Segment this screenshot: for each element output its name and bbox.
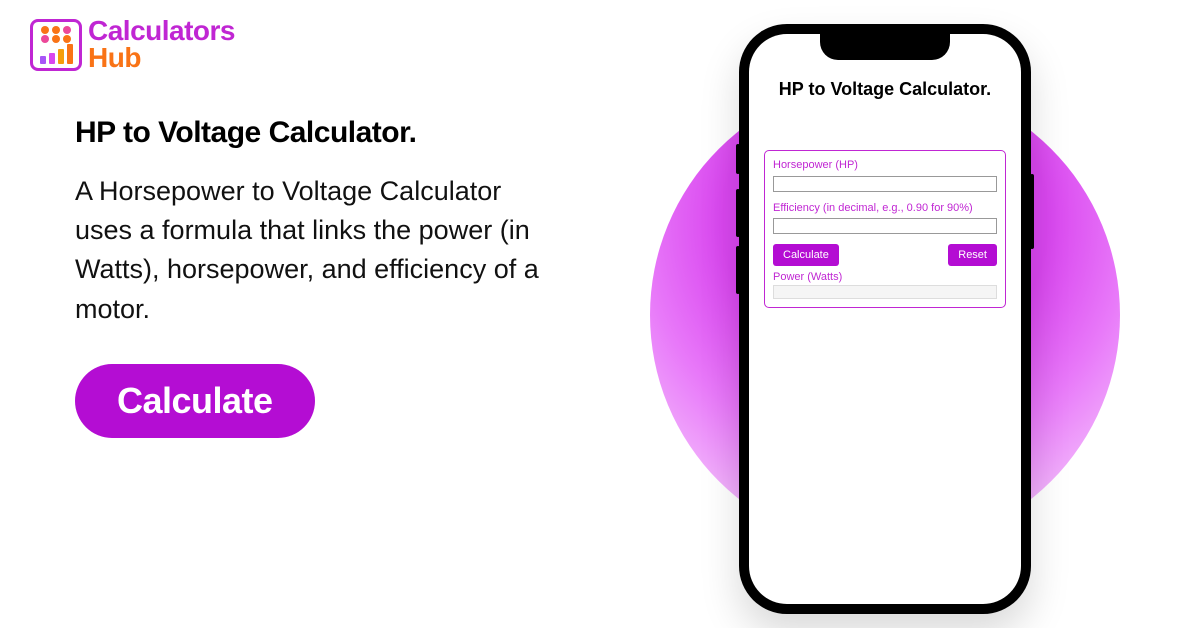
efficiency-input[interactable] bbox=[773, 218, 997, 234]
hp-label: Horsepower (HP) bbox=[773, 159, 997, 171]
calculator-icon bbox=[30, 19, 82, 71]
phone-mockup: HP to Voltage Calculator. Horsepower (HP… bbox=[739, 24, 1031, 614]
phone-notch bbox=[820, 34, 950, 60]
logo-text-line2: Hub bbox=[88, 45, 235, 72]
logo-text-line1: Calculators bbox=[88, 18, 235, 45]
efficiency-label: Efficiency (in decimal, e.g., 0.90 for 9… bbox=[773, 202, 997, 214]
output-field bbox=[773, 285, 997, 299]
calculate-button[interactable]: Calculate bbox=[75, 364, 315, 438]
form-calculate-button[interactable]: Calculate bbox=[773, 244, 839, 266]
page-title: HP to Voltage Calculator. bbox=[75, 116, 540, 150]
calculator-form: Horsepower (HP) Efficiency (in decimal, … bbox=[764, 150, 1006, 308]
output-label: Power (Watts) bbox=[773, 271, 997, 283]
form-reset-button[interactable]: Reset bbox=[948, 244, 997, 266]
phone-side-button bbox=[736, 246, 740, 294]
phone-side-button bbox=[1030, 174, 1034, 249]
app-title: HP to Voltage Calculator. bbox=[764, 79, 1006, 100]
page-description: A Horsepower to Voltage Calculator uses … bbox=[75, 172, 540, 329]
phone-side-button bbox=[736, 189, 740, 237]
hp-input[interactable] bbox=[773, 176, 997, 192]
logo: Calculators Hub bbox=[30, 18, 540, 71]
phone-side-button bbox=[736, 144, 740, 174]
